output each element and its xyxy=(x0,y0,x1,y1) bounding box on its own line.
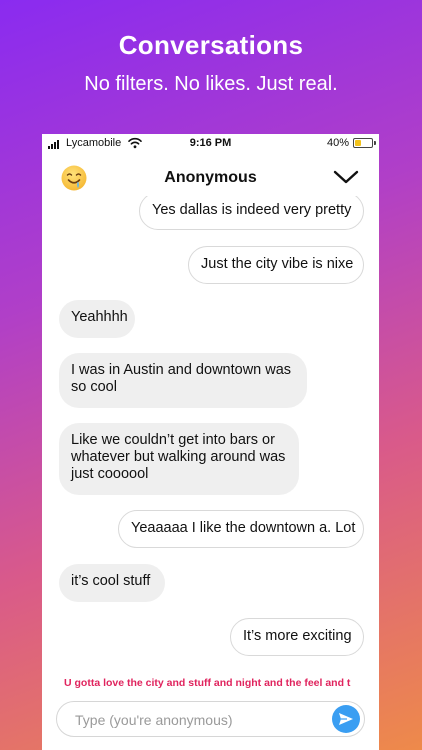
message-incoming: it’s cool stuff xyxy=(59,564,165,602)
message-outgoing: Just the city vibe is nixe xyxy=(188,246,364,284)
chat-header: Anonymous xyxy=(42,160,379,196)
phone-screen: Lycamobile 9:16 PM 40% Anonymous Yes dal… xyxy=(42,134,379,750)
battery-tip xyxy=(374,141,376,145)
message-outgoing: Yes dallas is indeed very pretty xyxy=(139,196,364,230)
message-incoming: I was in Austin and downtown was so cool xyxy=(59,353,307,408)
promo-subtitle: No filters. No likes. Just real. xyxy=(84,73,338,95)
message-incoming: Like we couldn’t get into bars or whatev… xyxy=(59,423,299,495)
message-composer xyxy=(56,701,365,738)
message-outgoing: It’s more exciting xyxy=(230,618,364,656)
chevron-down-icon[interactable] xyxy=(333,168,359,186)
promo-title: Conversations xyxy=(118,30,304,60)
battery-level xyxy=(355,140,361,146)
status-bar: Lycamobile 9:16 PM 40% xyxy=(42,134,379,154)
message-incoming: Yeahhhh xyxy=(59,300,135,338)
send-button[interactable] xyxy=(332,705,360,733)
send-arrow-icon xyxy=(339,713,353,725)
battery-percentage: 40% xyxy=(326,137,349,149)
battery-icon xyxy=(353,138,373,148)
message-list[interactable]: Yes dallas is indeed very pretty Just th… xyxy=(42,196,379,674)
live-typing-text: U gotta love the city and stuff and nigh… xyxy=(64,677,351,689)
chat-title: Anonymous xyxy=(164,169,257,186)
message-input[interactable] xyxy=(73,702,327,738)
message-outgoing: Yeaaaaa I like the downtown a. Lot xyxy=(118,510,364,548)
